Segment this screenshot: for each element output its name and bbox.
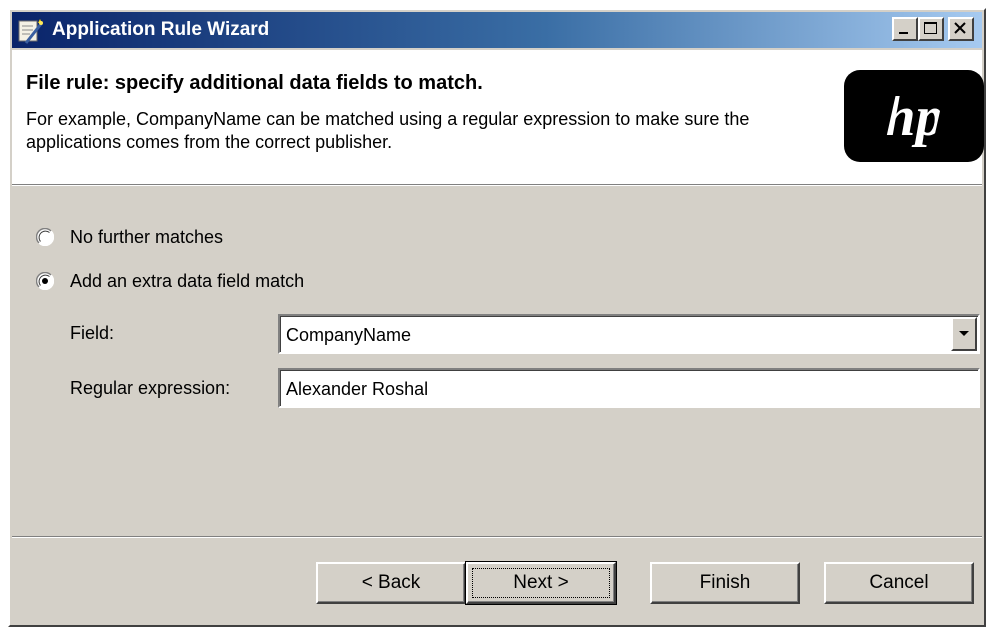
regex-input-value: Alexander Roshal [286,379,429,399]
field-dropdown-value: CompanyName [286,325,412,345]
field-label: Field: [70,323,115,343]
add-extra-field-label: Add an extra data field match [70,271,305,291]
window-title: Application Rule Wizard [52,19,270,40]
header-separator [12,184,982,186]
field-dropdown[interactable]: CompanyName [278,314,980,354]
back-button[interactable]: < Back [316,562,466,604]
hp-logo: hp [842,68,984,164]
page-description: For example, CompanyName can be matched … [26,109,750,152]
minimize-button[interactable] [892,17,918,41]
no-further-matches-label: No further matches [70,227,224,247]
dropdown-arrow-button[interactable] [951,317,977,351]
close-button[interactable] [948,17,974,41]
close-icon [954,22,966,34]
back-button-label: < Back [361,572,421,593]
finish-button-label: Finish [699,572,751,593]
next-button[interactable]: Next > [465,561,617,605]
cancel-button[interactable]: Cancel [824,562,974,604]
maximize-icon [924,22,937,34]
wizard-wand-icon [16,17,44,45]
title-bar[interactable]: Application Rule Wizard [12,12,982,48]
minimize-icon [899,32,908,34]
add-extra-field-radio[interactable] [35,271,55,291]
chevron-down-icon [959,331,969,336]
wizard-window: Application Rule Wizard File rule: speci… [8,8,986,627]
cancel-button-label: Cancel [869,572,929,593]
no-further-matches-radio[interactable] [35,227,55,247]
maximize-button[interactable] [918,17,944,41]
page-title: File rule: specify additional data field… [26,72,483,94]
regex-input[interactable]: Alexander Roshal [278,368,980,408]
wizard-header: File rule: specify additional data field… [12,50,984,184]
next-button-label: Next > [513,572,569,593]
footer-separator [12,536,982,538]
finish-button[interactable]: Finish [650,562,800,604]
radio-selected-dot [42,278,48,284]
regex-label: Regular expression: [70,378,231,398]
